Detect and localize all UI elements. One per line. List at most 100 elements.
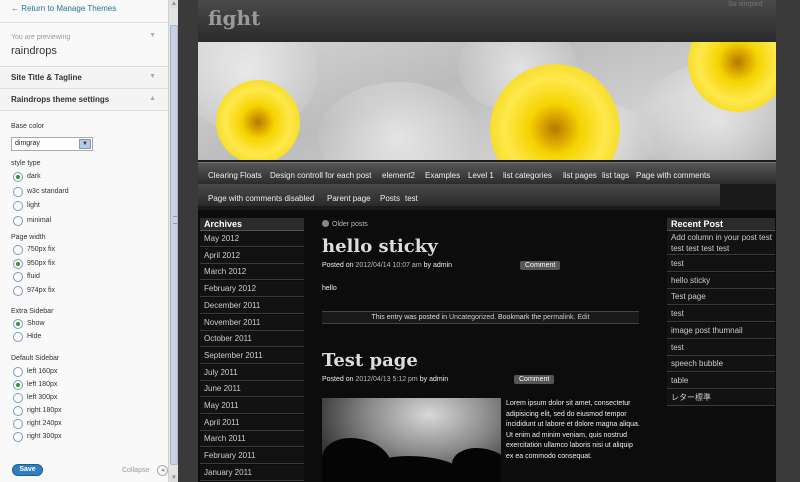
nav-item[interactable]: list tags (602, 171, 629, 180)
radio-button[interactable] (13, 380, 23, 390)
collapse-link[interactable]: Collapse (122, 467, 149, 474)
site-canvas: fight So simpled Clearing Floats Design c… (198, 0, 776, 482)
radio-label: Hide (27, 333, 42, 340)
archive-link[interactable]: January 2011 (200, 464, 304, 481)
post-date[interactable]: 2012/04/13 5:12 pm (355, 376, 417, 383)
radio-label: minimal (27, 216, 52, 224)
chevron-down-icon[interactable]: ▼ (149, 32, 156, 39)
radio-button[interactable] (13, 419, 23, 429)
recent-post-link[interactable]: test (667, 339, 775, 356)
comment-button[interactable]: Comment (514, 375, 555, 384)
radio-button[interactable] (13, 393, 23, 403)
entry-footer: This entry was posted in Uncategorized . … (322, 311, 639, 324)
radio-button[interactable] (13, 272, 23, 282)
radio-button[interactable] (13, 406, 23, 416)
radio-button[interactable] (13, 215, 23, 226)
nav-item[interactable]: Page with comments disabled (208, 194, 314, 203)
posted-on-label: Posted on (322, 262, 354, 269)
by-label: by (423, 262, 432, 269)
recent-post-link[interactable]: hello sticky (667, 272, 775, 289)
nav-item[interactable]: Design controll for each post (270, 171, 371, 180)
category-link[interactable]: Uncategorized (449, 314, 494, 321)
section-theme-settings[interactable]: Raindrops theme settings ▲ (0, 89, 168, 111)
save-button[interactable]: Save (12, 464, 43, 476)
recent-post-link[interactable]: レター標準 (667, 389, 775, 406)
nav-item[interactable]: Parent page (327, 194, 371, 203)
base-color-select[interactable]: dimgray ▼ (11, 137, 93, 151)
radio-button[interactable] (13, 367, 23, 377)
radio-button[interactable] (13, 258, 23, 269)
recent-post-link[interactable]: image post thumnail (667, 322, 775, 339)
recent-post-link[interactable]: Test page (667, 289, 775, 306)
archive-link[interactable]: September 2011 (200, 347, 304, 364)
customizer-scrollbar[interactable]: ▲ ▼ (168, 0, 178, 482)
nav-item[interactable]: list pages (563, 171, 597, 180)
radio-button[interactable] (13, 201, 23, 211)
post-author[interactable]: admin (429, 376, 448, 383)
radio-button[interactable] (13, 285, 23, 296)
post-thumbnail-image[interactable] (322, 398, 501, 482)
customizer-controls: ← Return to Manage Themes You are previe… (0, 0, 168, 482)
nav-item[interactable]: Clearing Floats (208, 171, 262, 180)
archive-link[interactable]: July 2011 (200, 364, 304, 381)
post-author[interactable]: admin (433, 262, 452, 269)
comment-button[interactable]: Comment (520, 261, 561, 270)
radio-label: left 300px (27, 394, 58, 401)
nav-item[interactable]: list categories (503, 171, 552, 180)
section-site-title[interactable]: Site Title & Tagline ▼ (0, 67, 168, 89)
recent-post-link[interactable]: speech bubble (667, 356, 775, 373)
archive-link[interactable]: May 2012 (200, 231, 304, 247)
nav-item[interactable]: Page with comments (636, 171, 710, 180)
nav-item[interactable]: Posts (380, 194, 400, 203)
recent-post-link[interactable]: test (667, 306, 775, 323)
archive-link[interactable]: March 2012 (200, 264, 304, 281)
archive-link[interactable]: February 2011 (200, 448, 304, 465)
archive-link[interactable]: November 2011 (200, 314, 304, 331)
archive-link[interactable]: April 2011 (200, 414, 304, 431)
recent-post-heading: Recent Post (667, 218, 775, 231)
nav-item[interactable]: test (405, 194, 418, 203)
recent-post-link[interactable]: test (667, 256, 775, 272)
collapse-icon[interactable]: ◂ (157, 465, 168, 476)
recent-post-link[interactable]: Add column in your post test test test t… (667, 231, 775, 255)
archive-link[interactable]: December 2011 (200, 297, 304, 314)
radio-label: fluid (27, 273, 40, 280)
chevron-down-icon[interactable]: ▼ (79, 139, 91, 149)
archive-link[interactable]: May 2011 (200, 398, 304, 414)
nav-item[interactable]: element2 (382, 171, 415, 180)
radio-button[interactable] (13, 186, 23, 197)
archive-link[interactable]: April 2012 (200, 247, 304, 264)
footer-text: This entry was posted in (371, 314, 448, 321)
style-type-label: style type (11, 160, 41, 167)
radio-button[interactable] (13, 332, 23, 342)
post-title-test-page[interactable]: Test page (322, 350, 418, 371)
grip-icon (173, 216, 177, 224)
permalink-link[interactable]: permalink (543, 314, 573, 321)
recent-post-link[interactable]: table (667, 372, 775, 389)
older-posts-link[interactable]: Older posts (322, 220, 368, 228)
radio-button[interactable] (13, 432, 23, 442)
archive-link[interactable]: June 2011 (200, 381, 304, 398)
return-to-themes-link[interactable]: ← Return to Manage Themes (11, 4, 116, 13)
archives-heading: Archives (200, 218, 304, 231)
flower-image-left (216, 80, 300, 160)
nav-item[interactable]: Level 1 (468, 171, 494, 180)
archive-link[interactable]: October 2011 (200, 331, 304, 348)
scroll-up-icon[interactable]: ▲ (170, 0, 178, 8)
archive-link[interactable]: March 2011 (200, 431, 304, 448)
post-title-hello-sticky[interactable]: hello sticky (322, 236, 438, 257)
scrollbar-thumb[interactable] (170, 25, 178, 465)
nav-item[interactable]: Examples (425, 171, 460, 180)
edit-link[interactable]: . Edit (574, 314, 590, 321)
radio-label: 950px fix (27, 259, 56, 267)
site-header: fight So simpled (198, 0, 776, 42)
radio-button[interactable] (13, 245, 23, 255)
archive-link[interactable]: February 2012 (200, 281, 304, 298)
post-date[interactable]: 2012/04/14 10:07 am (355, 262, 421, 269)
scroll-down-icon[interactable]: ▼ (170, 474, 178, 482)
site-title[interactable]: fight (208, 6, 260, 30)
radio-button[interactable] (13, 172, 23, 182)
section-label: Site Title & Tagline (11, 73, 82, 82)
main-navigation: Clearing Floats Design controll for each … (198, 160, 776, 210)
radio-button[interactable] (13, 319, 23, 329)
